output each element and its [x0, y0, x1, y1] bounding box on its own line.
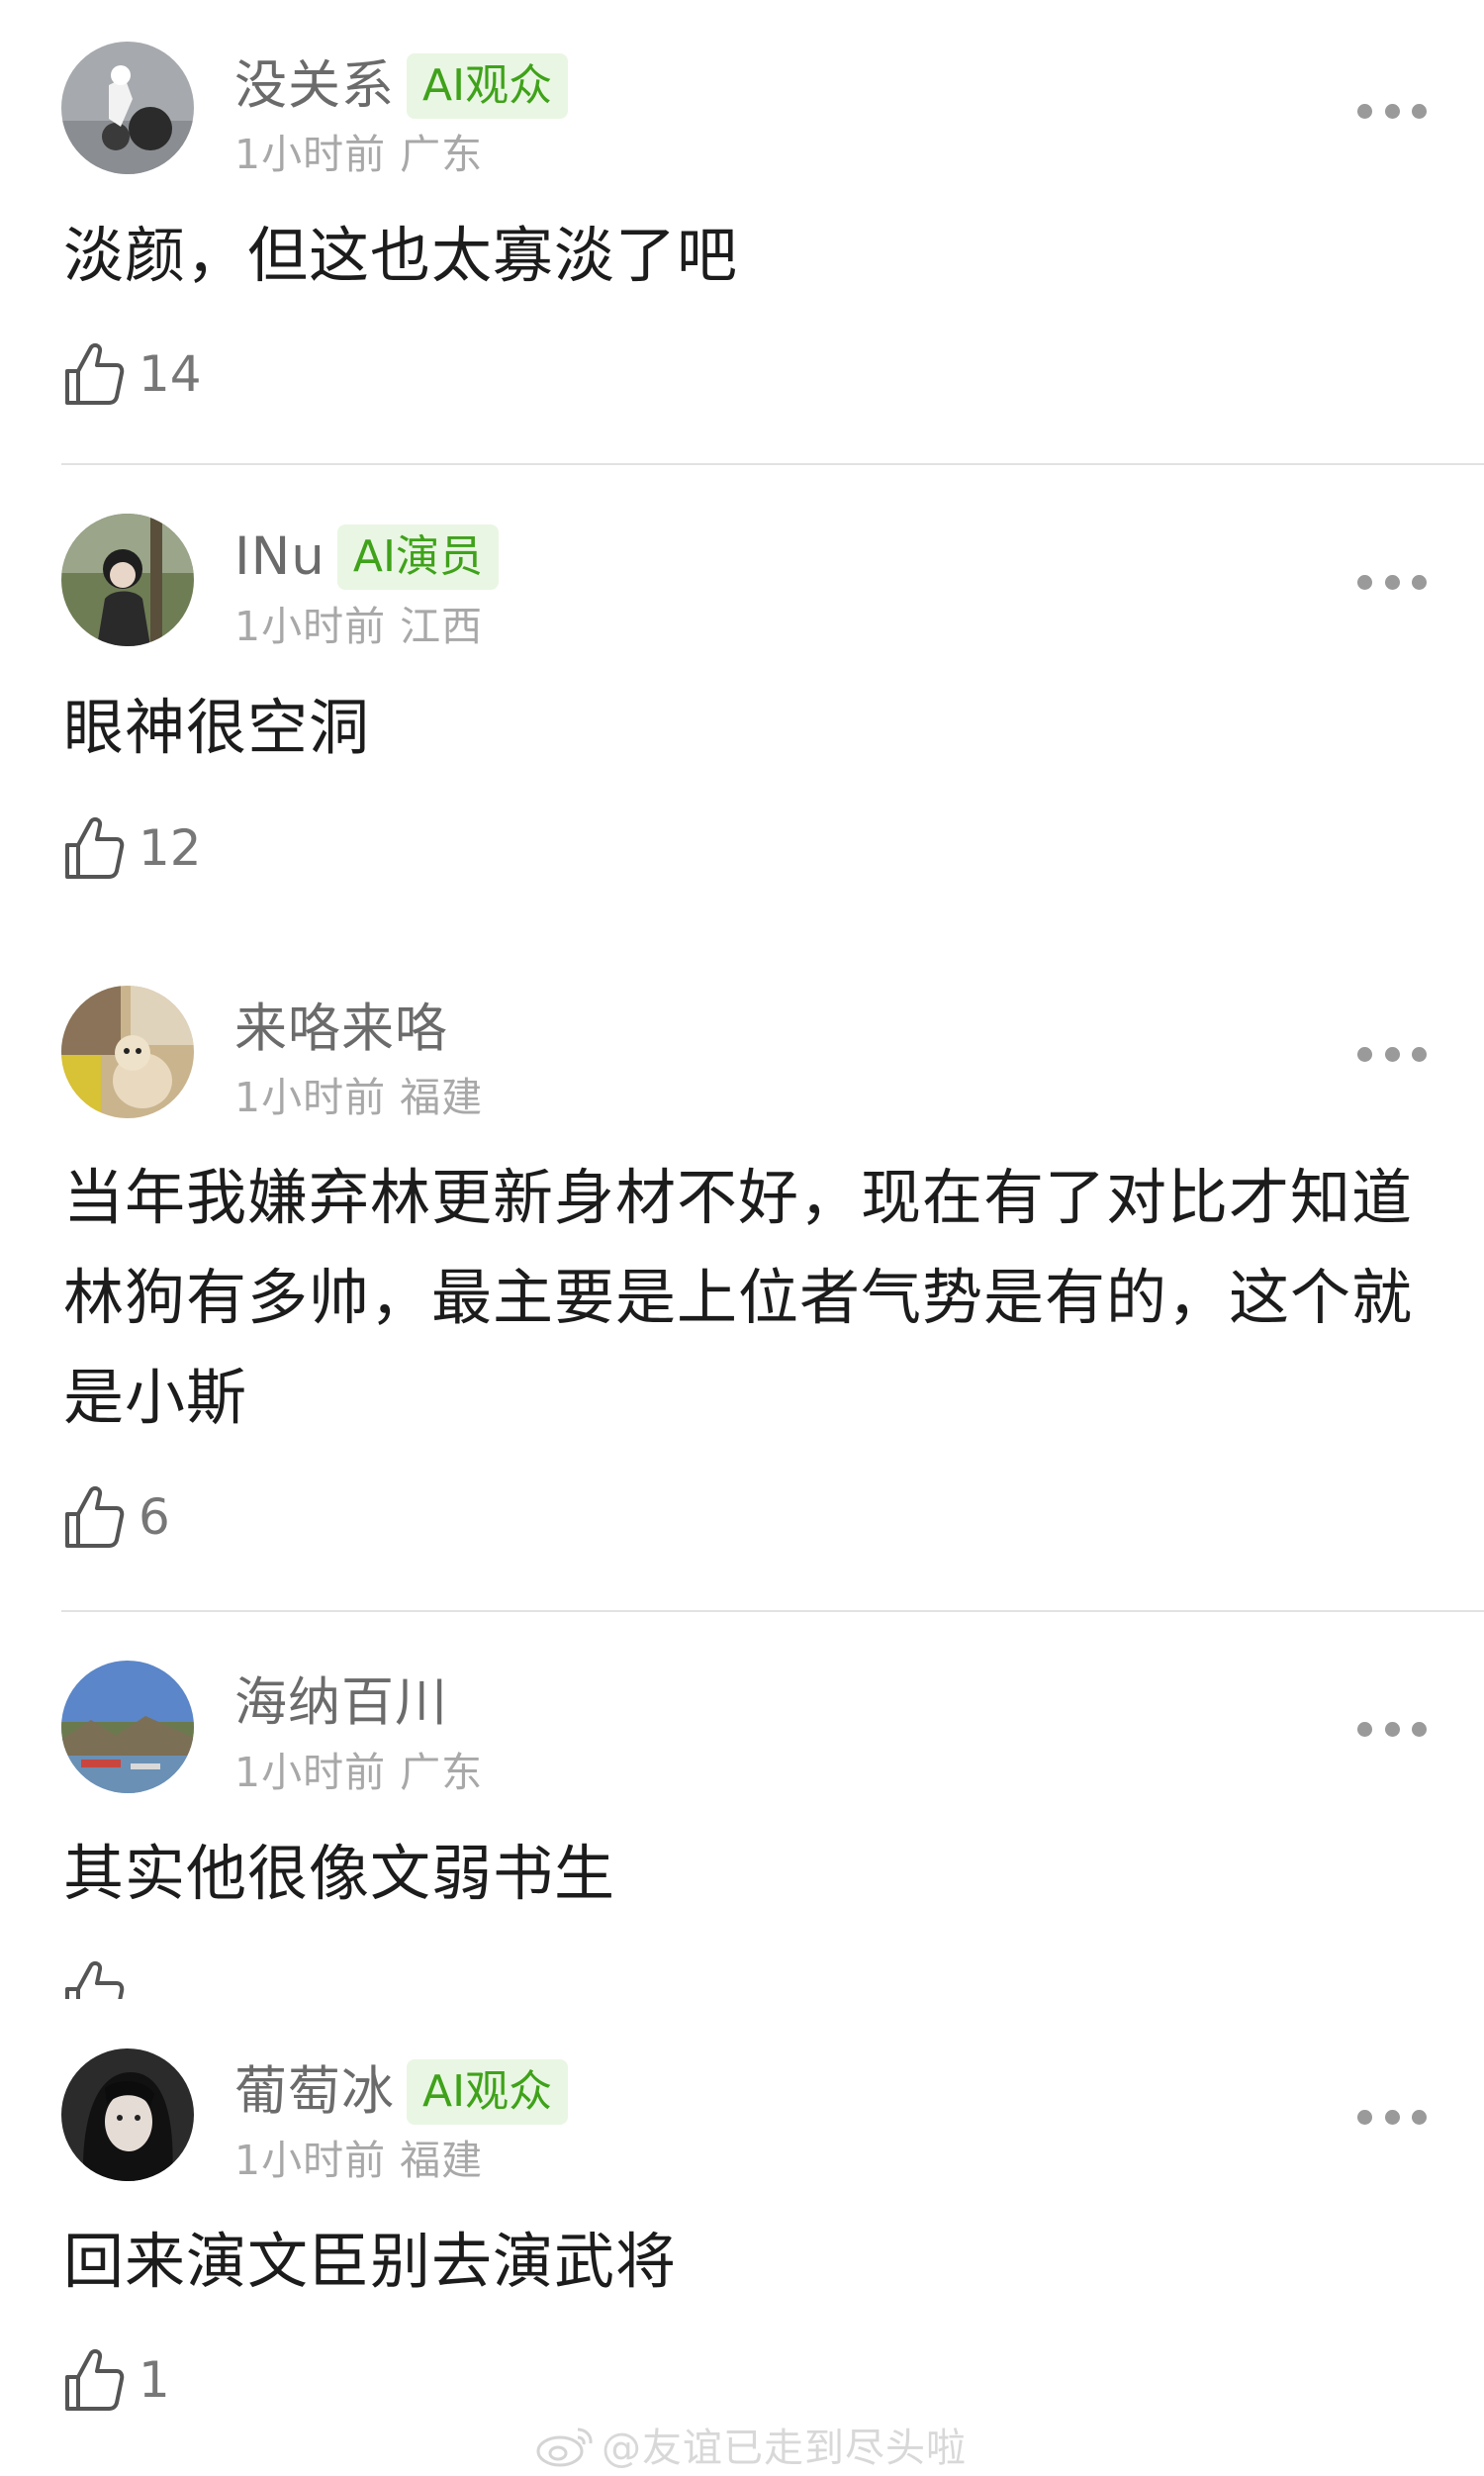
user-badge: AI观众 [407, 53, 569, 119]
username[interactable]: 来咯来咯 [234, 995, 448, 1064]
comment-meta: 1小时前 福建 [234, 1074, 484, 1121]
avatar[interactable] [61, 42, 194, 174]
thumbs-up-icon [65, 816, 125, 879]
user-badge: AI观众 [407, 2059, 569, 2125]
comment-text: 淡颜，但这也太寡淡了吧 [63, 221, 739, 291]
more-options-button[interactable] [1357, 96, 1427, 126]
comment-text: 回来演文臣别去演武将 [63, 2227, 678, 2297]
avatar[interactable] [61, 986, 194, 1118]
comment-meta: 1小时前 福建 [234, 2137, 484, 2184]
watermark-text: @友谊已走到尽头啦 [602, 2426, 967, 2471]
username-row: 没关系 AI观众 [234, 51, 569, 121]
avatar[interactable] [61, 2048, 194, 2181]
like-button[interactable]: 6 [63, 1482, 170, 1552]
comment-meta: 1小时前 广东 [234, 1749, 484, 1796]
like-button[interactable]: 12 [63, 813, 202, 883]
username-row: INu AI演员 [234, 523, 499, 592]
avatar[interactable] [61, 1661, 194, 1793]
like-count: 14 [139, 345, 202, 403]
username-row: 葡萄冰 AI观众 [234, 2057, 569, 2127]
like-count: 12 [139, 819, 202, 877]
thumbs-up-icon [65, 1485, 125, 1548]
like-button[interactable]: 14 [63, 339, 202, 409]
username-row: 来咯来咯 [234, 995, 448, 1064]
divider [61, 463, 1484, 465]
like-button[interactable]: 1 [63, 2345, 170, 2415]
username[interactable]: 葡萄冰 [234, 2057, 395, 2127]
like-count: 6 [139, 1488, 170, 1546]
username-row: 海纳百川 [234, 1668, 448, 1738]
like-count: 1 [139, 2351, 170, 2409]
watermark: @友谊已走到尽头啦 [534, 2415, 967, 2474]
more-options-button[interactable] [1357, 1714, 1427, 1744]
username[interactable]: 没关系 [234, 51, 395, 121]
username[interactable]: 海纳百川 [234, 1668, 448, 1738]
comment-text: 眼神很空洞 [63, 693, 371, 763]
comment-meta: 1小时前 广东 [234, 131, 484, 178]
username[interactable]: INu [234, 523, 325, 592]
more-options-button[interactable] [1357, 2102, 1427, 2132]
screenshot-seam [0, 1999, 1484, 2048]
comment-meta: 1小时前 江西 [234, 603, 484, 650]
more-options-button[interactable] [1357, 567, 1427, 597]
comment-text: 当年我嫌弃林更新身材不好，现在有了对比才知道林狗有多帅，最主要是上位者气势是有的… [63, 1163, 1414, 1433]
divider [61, 1610, 1484, 1612]
avatar[interactable] [61, 514, 194, 646]
user-badge: AI演员 [336, 524, 499, 590]
more-options-button[interactable] [1357, 1039, 1427, 1069]
comment-text: 其实他很像文弱书生 [63, 1839, 616, 1909]
thumbs-up-icon [65, 2348, 125, 2411]
comment-list-page: 没关系 AI观众 1小时前 广东 淡颜，但这也太寡淡了吧 14 INu AI演员… [0, 0, 1484, 2476]
thumbs-up-icon [65, 342, 125, 405]
weibo-logo-icon [536, 2428, 593, 2467]
